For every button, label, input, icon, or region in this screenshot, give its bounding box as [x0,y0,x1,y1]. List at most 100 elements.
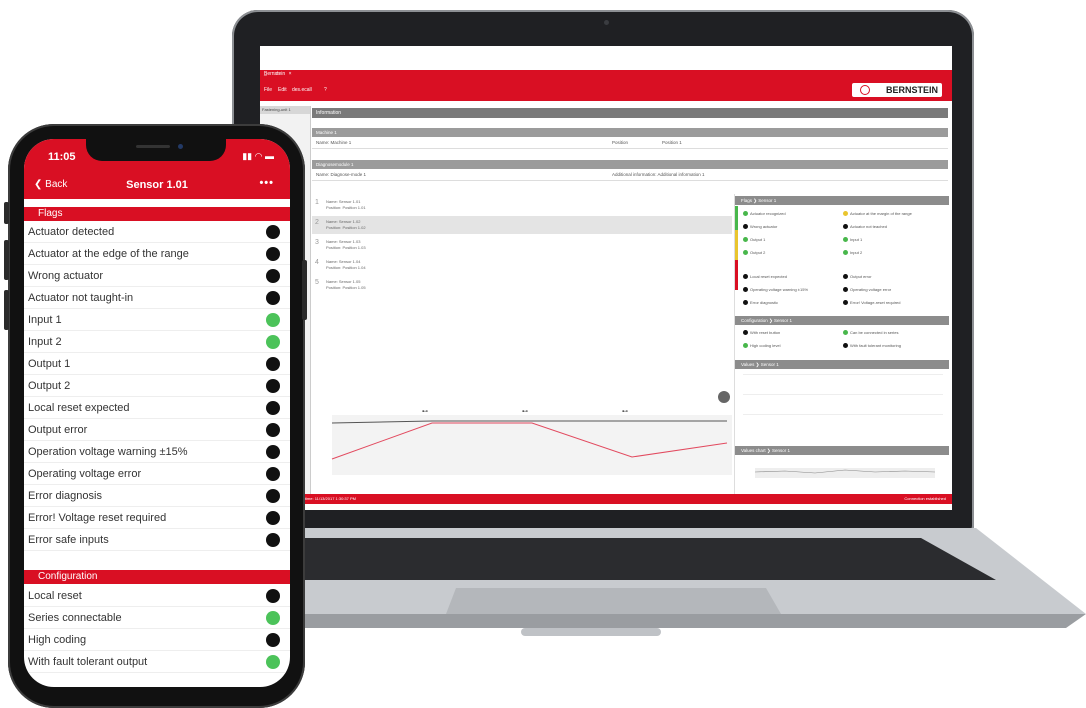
phone-camera [178,144,183,149]
flag-label: Input 1 [28,314,62,326]
values-divider [743,394,943,395]
window-controls[interactable]: _ □ × [264,71,946,77]
values-divider [743,414,943,415]
mini-chart-band [755,468,935,478]
status-dot-icon [843,330,848,336]
values-mini-chart [755,468,935,478]
device-name: Name: Sensor 1.01 [326,199,361,204]
status-dot-icon [266,313,280,327]
status-dot-icon [843,250,848,256]
configuration-section-header: Configuration [24,570,290,584]
status-dot-icon [266,533,280,547]
status-dot-icon [843,343,848,349]
status-dot-icon [743,237,748,243]
config-item: Can be connected in series [843,330,899,336]
menu-edit[interactable]: Edit [278,87,287,93]
right-panel: Flags ❯ Sensor 1 Actuator recognized Act… [734,194,949,494]
flags-indicator-green [735,206,738,230]
flag-item: Input 1 [843,237,863,243]
status-dot-icon [843,274,848,280]
status-dot-icon [743,330,748,336]
flag-label: Local reset expected [750,274,787,279]
flag-label: Actuator not teached [850,224,887,229]
flag-row: Input 1 [24,309,290,331]
chart-marker-icon: ⊷ [522,409,528,415]
device-position: Position: Position 1.03 [326,245,366,250]
brand-logo: BERNSTEIN [852,83,942,97]
config-label: High coding [28,634,87,646]
flag-item: Actuator recognized [743,211,786,217]
device-number: 1 [315,199,319,206]
flag-row: Error diagnosis [24,485,290,507]
phone-time: 11:05 [48,151,76,163]
device-name: Name: Sensor 1.03 [326,239,361,244]
device-item[interactable]: 2 Name: Sensor 1.02 Position: Position 1… [312,216,732,234]
flags-panel-header[interactable]: Flags ❯ Sensor 1 [735,196,949,205]
page-title: Sensor 1.01 [126,179,188,191]
flag-row: Output 1 [24,353,290,375]
phone-app-screen: 11:05 ▮▮ ◠ ▬ ❮ Back Sensor 1.01 ••• Flag… [24,139,290,687]
status-dot-icon [266,489,280,503]
values-block [743,374,943,434]
laptop-base [206,528,1086,636]
config-label: Can be connected in series [850,330,899,335]
device-position: Position: Position 1.01 [326,205,366,210]
flag-row: Error safe inputs [24,529,290,551]
status-dot-icon [266,379,280,393]
laptop-front-edge [206,614,1086,628]
machine-name: Name: Machine 1 [316,140,352,145]
machine-position-label: Position [612,140,629,145]
status-dot-icon [843,300,848,306]
menu-help[interactable]: ? [324,87,327,93]
config-label: Series connectable [28,612,122,624]
flag-row: Local reset expected [24,397,290,419]
values-panel-header[interactable]: Values ❯ Sensor 1 [735,360,949,369]
signal-chart: ⊷ ⊷ ⊷ [331,391,732,475]
flag-label: Input 1 [850,237,863,242]
device-name: Name: Sensor 1.05 [326,279,361,284]
flag-item: Actuator not teached [843,224,887,230]
device-number: 5 [315,279,319,286]
config-label: With fault tolerant output [28,656,148,668]
flag-label: Wrong actuator [750,224,778,229]
device-item[interactable]: 1 Name: Sensor 1.01 Position: Position 1… [312,196,732,214]
main-header: Information [312,108,948,118]
chart-band [332,415,732,475]
values-chart-header[interactable]: Values chart ❯ Sensor 1 [735,446,949,455]
flag-item: Output 2 [743,250,766,256]
flag-row: Wrong actuator [24,265,290,287]
flag-label: Input 2 [850,250,863,255]
device-position: Position: Position 1.04 [326,265,366,270]
chart-settings-icon[interactable] [718,391,730,403]
diagnostics-row: Name: Diagnose-mode 1 Additional informa… [312,170,948,181]
device-number: 2 [315,219,319,226]
more-menu-button[interactable]: ••• [259,177,274,189]
flag-label: Operating voltage warning ±15% [750,287,809,292]
desktop-app-screen: Bernstein _ □ × File Edit des.ecall ? BE… [260,46,952,510]
flag-label: Actuator detected [28,226,115,238]
flag-row: Output error [24,419,290,441]
status-dot-icon [266,511,280,525]
flag-row: Input 2 [24,331,290,353]
flag-label: Output 2 [750,250,766,255]
phone-side-button [302,260,307,320]
device-item[interactable]: 5 Name: Sensor 1.05 Position: Position 1… [312,276,732,294]
status-dot-icon [843,237,848,243]
section-machine[interactable]: Machine 1 [312,128,948,137]
menu-decall[interactable]: des.ecall [292,87,312,93]
device-item[interactable]: 3 Name: Sensor 1.03 Position: Position 1… [312,236,732,254]
menu-bar: File Edit des.ecall ? BERNSTEIN [260,79,952,101]
section-diagnostics[interactable]: Diagnosemodule 1 [312,160,948,169]
device-name: Name: Sensor 1.04 [326,259,361,264]
sidebar-item-fastening-unit[interactable]: Fastening-unit 1 [260,106,310,114]
flag-label: Output 1 [750,237,766,242]
flags-section-header: Flags [24,207,290,221]
config-item: With fault tolerant monitoring [843,343,901,349]
device-item[interactable]: 4 Name: Sensor 1.04 Position: Position 1… [312,256,732,274]
flag-label: Error diagnostic [750,300,779,305]
config-label: With reset button [750,330,781,335]
config-panel-header[interactable]: Configuration ❯ Sensor 1 [735,316,949,325]
flag-label: Error safe inputs [28,534,109,546]
menu-file[interactable]: File [264,87,272,93]
flag-label: Error! Voltage reset required [28,512,167,524]
